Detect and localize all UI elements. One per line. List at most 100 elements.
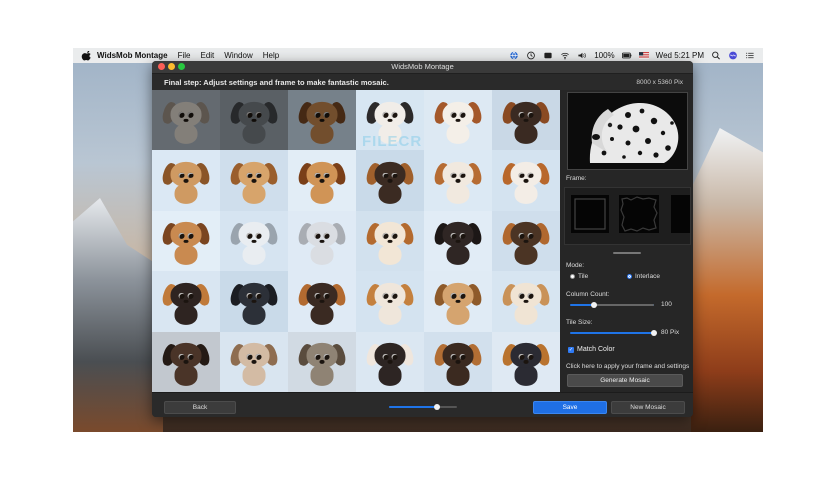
spotlight-search-icon[interactable] xyxy=(711,51,721,60)
puppy-head xyxy=(442,222,474,248)
notification-center-icon[interactable] xyxy=(745,51,755,60)
puppy-head xyxy=(306,342,338,369)
puppy-figure xyxy=(296,98,348,146)
mosaic-tile xyxy=(288,90,356,151)
battery-icon[interactable] xyxy=(621,51,632,60)
puppy-eye xyxy=(382,353,389,360)
frame-scroll-indicator[interactable] xyxy=(613,252,641,254)
puppy-head xyxy=(510,282,542,308)
generate-mosaic-button[interactable]: Generate Mosaic xyxy=(567,374,683,387)
time-machine-icon[interactable] xyxy=(526,51,536,60)
puppy-nose xyxy=(387,239,393,243)
puppy-body xyxy=(514,365,538,386)
puppy-eye xyxy=(314,111,321,118)
siri-icon[interactable] xyxy=(728,51,738,60)
frame-option-plain[interactable] xyxy=(571,195,609,233)
puppy-body xyxy=(446,123,470,144)
globe-icon[interactable] xyxy=(509,51,519,60)
puppy-eye xyxy=(246,293,253,299)
puppy-head xyxy=(170,101,202,127)
frame-rough-icon xyxy=(620,196,658,232)
bottom-toolbar: Back Save New Mosaic xyxy=(152,392,693,417)
column-count-slider-knob[interactable] xyxy=(591,302,597,308)
match-color-checkbox[interactable]: ✓ Match Color xyxy=(568,346,615,353)
puppy-figure xyxy=(500,340,552,388)
step-header: Final step: Adjust settings and frame to… xyxy=(152,74,693,91)
menu-file[interactable]: File xyxy=(178,51,191,60)
puppy-head xyxy=(238,282,270,308)
puppy-head xyxy=(170,342,202,369)
puppy-eye xyxy=(323,111,330,118)
mosaic-preview[interactable] xyxy=(152,90,560,392)
new-mosaic-button[interactable]: New Mosaic xyxy=(611,401,685,414)
puppy-nose xyxy=(319,360,325,364)
menu-app-name[interactable]: WidsMob Montage xyxy=(97,51,168,60)
display-icon[interactable] xyxy=(543,51,553,60)
puppy-head xyxy=(170,222,202,248)
tile-size-slider[interactable] xyxy=(570,330,657,336)
mode-interlace-radio-dot[interactable] xyxy=(627,274,632,279)
puppy-body xyxy=(378,304,402,326)
dalmatian-photo xyxy=(568,93,687,169)
puppy-ear-left xyxy=(160,101,179,126)
puppy-body xyxy=(174,304,198,326)
window-titlebar[interactable]: WidsMob Montage xyxy=(152,61,693,74)
puppy-head xyxy=(510,342,542,369)
puppy-nose xyxy=(387,360,393,364)
mosaic-tile xyxy=(356,271,424,332)
mosaic-tile xyxy=(152,90,220,151)
puppy-nose xyxy=(387,299,393,304)
column-count-slider[interactable] xyxy=(570,302,654,308)
puppy-body xyxy=(174,365,198,386)
puppy-head xyxy=(170,161,202,187)
frame-option-partial[interactable] xyxy=(671,195,690,233)
puppy-figure xyxy=(228,159,280,207)
puppy-body xyxy=(446,244,470,265)
mosaic-tile xyxy=(152,331,220,392)
puppy-head xyxy=(238,342,270,369)
puppy-eye xyxy=(518,353,525,360)
back-button[interactable]: Back xyxy=(164,401,236,414)
menu-window[interactable]: Window xyxy=(224,51,252,60)
frame-selector[interactable] xyxy=(564,187,691,245)
puppy-ear-right xyxy=(193,101,212,126)
frame-option-rough[interactable] xyxy=(619,195,659,233)
menu-edit[interactable]: Edit xyxy=(200,51,214,60)
flag-icon[interactable] xyxy=(638,51,649,60)
puppy-body xyxy=(514,304,538,326)
tile-size-slider-knob[interactable] xyxy=(651,330,657,336)
volume-icon[interactable] xyxy=(577,51,587,60)
puppy-figure xyxy=(432,159,484,207)
puppy-figure xyxy=(296,159,348,207)
mode-tile-radio[interactable]: Tile xyxy=(570,273,588,280)
puppy-figure xyxy=(500,280,552,328)
puppy-nose xyxy=(523,179,529,183)
puppy-nose xyxy=(455,179,461,183)
mosaic-tile xyxy=(424,331,492,392)
frame-plain-icon xyxy=(574,198,606,230)
zoom-slider[interactable] xyxy=(389,404,457,410)
puppy-nose xyxy=(251,299,257,304)
puppy-figure xyxy=(432,340,484,388)
menu-help[interactable]: Help xyxy=(263,51,279,60)
puppy-figure xyxy=(296,219,348,267)
puppy-head xyxy=(374,161,406,187)
puppy-eye xyxy=(246,353,253,360)
menu-clock[interactable]: Wed 5:21 PM xyxy=(656,51,704,60)
wifi-icon[interactable] xyxy=(560,51,570,60)
mode-interlace-radio[interactable]: Interlace xyxy=(627,273,660,280)
save-button[interactable]: Save xyxy=(533,401,607,414)
step-instruction: Final step: Adjust settings and frame to… xyxy=(164,78,389,87)
puppy-body xyxy=(310,123,334,144)
puppy-eye xyxy=(382,172,389,179)
output-dimensions: 8000 x 5360 Pix xyxy=(636,79,683,86)
puppy-figure xyxy=(160,98,212,146)
apple-menu-icon[interactable] xyxy=(81,50,91,61)
puppy-head xyxy=(510,161,542,187)
mosaic-tile xyxy=(424,150,492,211)
mode-tile-radio-dot[interactable] xyxy=(570,274,575,279)
puppy-body xyxy=(310,244,334,265)
mosaic-tile xyxy=(288,271,356,332)
match-color-check-icon[interactable]: ✓ xyxy=(568,346,574,353)
zoom-slider-knob[interactable] xyxy=(434,404,440,410)
